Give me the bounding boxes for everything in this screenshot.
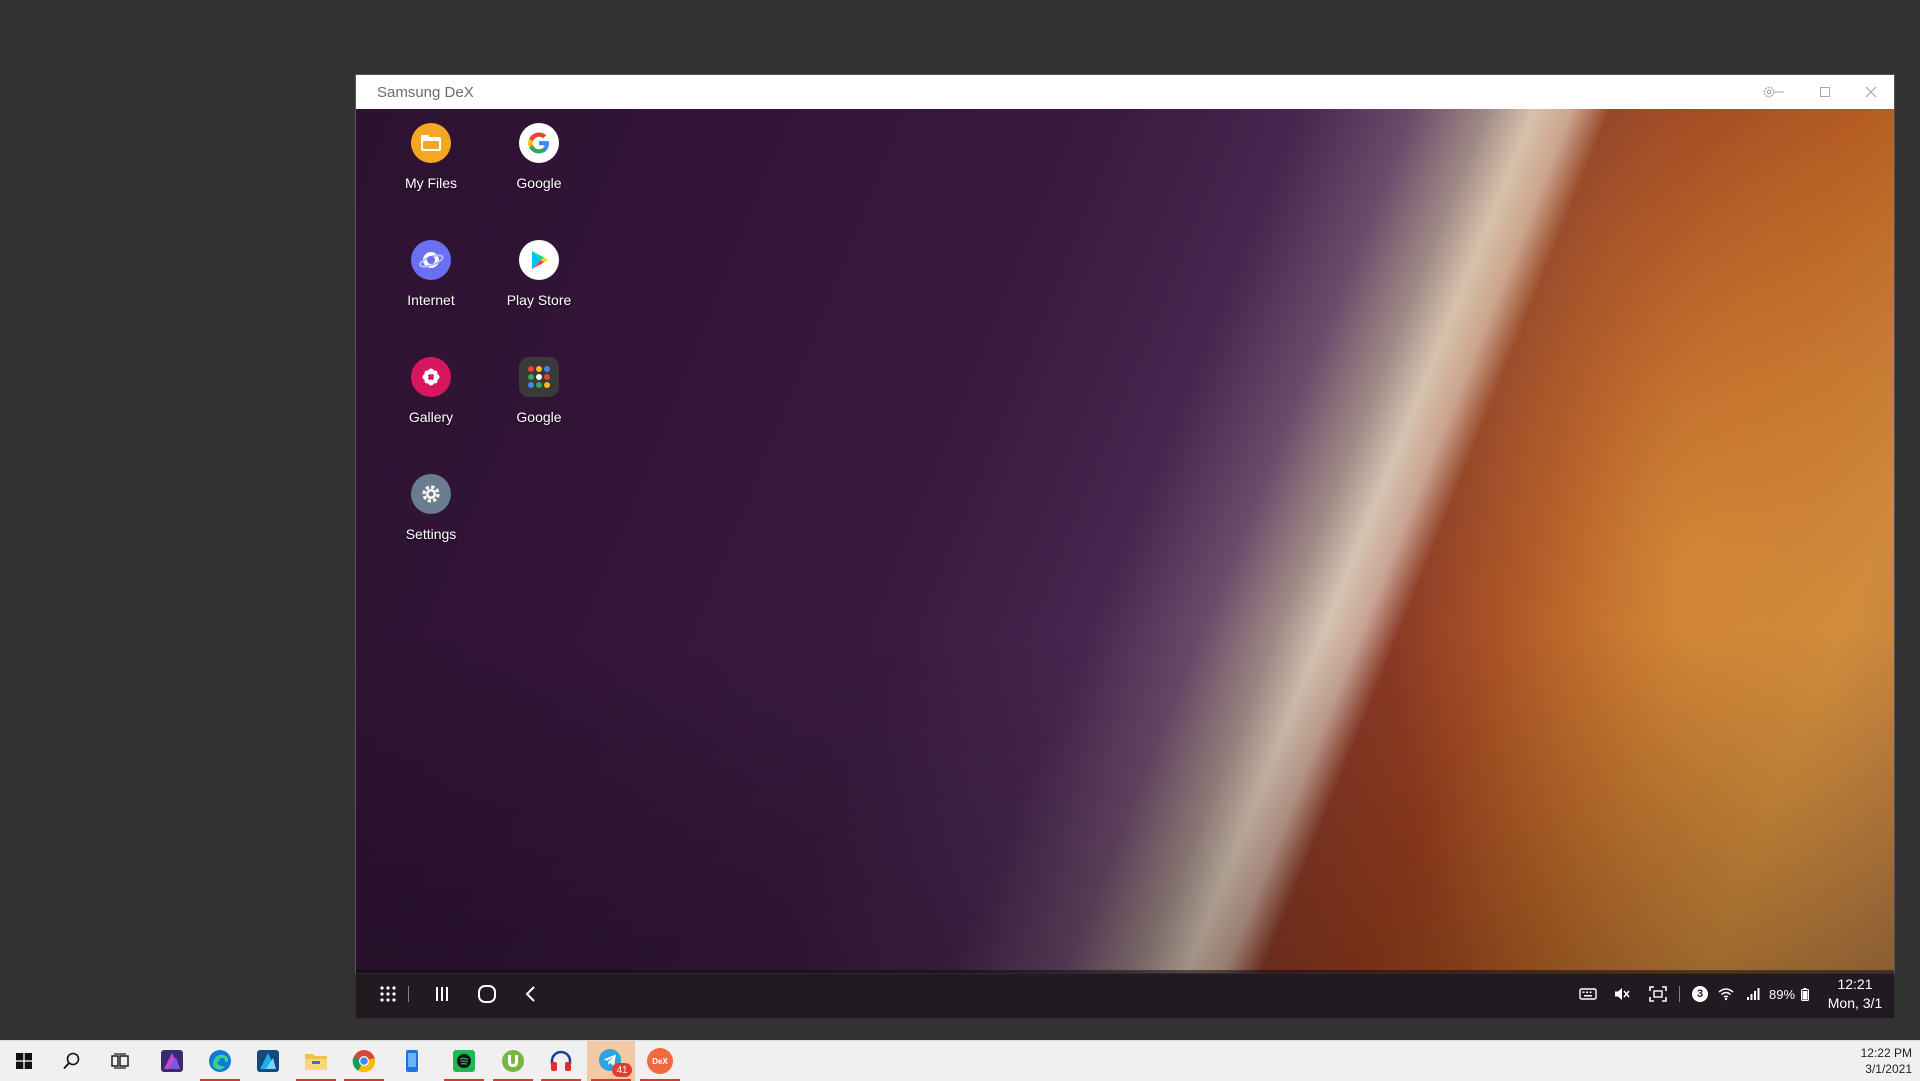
home-icon: [478, 985, 496, 1003]
browser-planet-icon: [411, 240, 451, 280]
search-button[interactable]: [48, 1041, 96, 1081]
signal-indicator[interactable]: [1744, 970, 1762, 1018]
app-label: My Files: [404, 175, 458, 191]
screenshot-button[interactable]: [1644, 970, 1672, 1018]
taskbar-telegram[interactable]: 41: [587, 1041, 635, 1081]
app-internet[interactable]: Internet: [377, 240, 485, 308]
app-label: Gallery: [408, 409, 454, 425]
taskbar-spotify[interactable]: [440, 1041, 488, 1081]
dex-clock[interactable]: 12:21 Mon, 3/1: [1822, 970, 1888, 1018]
taskbar-samsung-dex[interactable]: DeX: [636, 1041, 684, 1081]
affinity-designer-icon: [257, 1050, 279, 1072]
samsung-dex-icon: DeX: [647, 1048, 673, 1074]
windows-taskbar: 41 DeX 12:22 PM 3/1/2021: [0, 1040, 1920, 1081]
wifi-indicator[interactable]: [1716, 970, 1736, 1018]
task-view-button[interactable]: [96, 1041, 144, 1081]
recents-button[interactable]: [420, 970, 464, 1018]
window-title: Samsung DeX: [377, 84, 474, 101]
start-button[interactable]: [0, 1041, 48, 1081]
apps-grid-icon: [380, 986, 396, 1002]
app-label: Internet: [407, 292, 455, 308]
flower-icon: [411, 357, 451, 397]
home-button[interactable]: [465, 970, 509, 1018]
dex-time: 12:21: [1837, 976, 1873, 992]
windows-start-icon: [16, 1053, 32, 1069]
volume-mute-icon: [1615, 988, 1630, 1000]
close-icon: [1865, 86, 1877, 98]
divider: [408, 986, 409, 1002]
maximize-icon: [1820, 87, 1830, 97]
minimize-button[interactable]: [1756, 75, 1802, 109]
close-button[interactable]: [1848, 75, 1894, 109]
app-play-store[interactable]: Play Store: [485, 240, 593, 308]
notification-badge[interactable]: 3: [1688, 970, 1712, 1018]
battery-percent[interactable]: 89%: [1766, 970, 1798, 1018]
file-explorer-icon: [305, 1054, 327, 1070]
app-settings[interactable]: Settings: [377, 474, 485, 542]
dex-date: Mon, 3/1: [1827, 995, 1883, 1011]
recents-icon: [436, 987, 448, 1001]
minimize-icon: [1774, 91, 1784, 93]
wifi-icon: [1718, 988, 1734, 1001]
taskbar-chrome[interactable]: [340, 1041, 388, 1081]
spotify-icon: [453, 1050, 475, 1072]
search-icon: [63, 1052, 80, 1070]
phone-icon: [406, 1050, 418, 1072]
app-google[interactable]: Google: [485, 123, 593, 191]
app-folder-icon: [519, 357, 559, 397]
chrome-icon: [352, 1050, 376, 1073]
app-gallery[interactable]: Gallery: [377, 357, 485, 425]
utorrent-icon: [502, 1050, 524, 1072]
edge-icon: [209, 1050, 231, 1072]
keyboard-icon: [1579, 988, 1597, 1000]
app-label: Google: [516, 175, 562, 191]
app-my-files[interactable]: My Files: [377, 123, 485, 191]
task-view-icon: [111, 1053, 129, 1069]
app-label: Settings: [405, 526, 457, 542]
taskbar-file-explorer[interactable]: [292, 1041, 340, 1081]
mute-button[interactable]: [1609, 970, 1635, 1018]
battery-icon: [1801, 987, 1809, 1001]
dex-taskbar: 3 89% 12:21 Mon, 3/1: [356, 970, 1894, 1018]
taskbar-affinity-designer[interactable]: [244, 1041, 292, 1081]
gear-icon: [411, 474, 451, 514]
affinity-photo-icon: [161, 1050, 183, 1072]
taskbar-utorrent[interactable]: [489, 1041, 537, 1081]
taskbar-edge[interactable]: [196, 1041, 244, 1081]
play-store-icon: [519, 240, 559, 280]
taskbar-headphones-app[interactable]: [537, 1041, 585, 1081]
dex-titlebar[interactable]: Samsung DeX: [356, 75, 1894, 109]
back-icon: [525, 986, 535, 1002]
system-date: 3/1/2021: [1865, 1062, 1912, 1076]
app-label: Google: [516, 409, 562, 425]
back-button[interactable]: [509, 970, 553, 1018]
app-google-folder[interactable]: Google: [485, 357, 593, 425]
dex-window: Samsung DeX My Files Google Internet Pla…: [356, 75, 1894, 1018]
system-clock[interactable]: 12:22 PM 3/1/2021: [1861, 1045, 1912, 1077]
google-g-icon: [519, 123, 559, 163]
taskbar-phone-app[interactable]: [388, 1041, 436, 1081]
app-label: Play Store: [506, 292, 572, 308]
screen-capture-icon: [1649, 986, 1667, 1002]
keyboard-button[interactable]: [1575, 970, 1601, 1018]
battery-indicator: [1799, 970, 1811, 1018]
maximize-button[interactable]: [1802, 75, 1848, 109]
headphones-app-icon: [550, 1050, 572, 1071]
apps-button[interactable]: [366, 970, 410, 1018]
cell-signal-icon: [1747, 988, 1760, 1000]
folder-icon: [411, 123, 451, 163]
system-time: 12:22 PM: [1860, 1046, 1912, 1060]
taskbar-affinity-photo[interactable]: [148, 1041, 196, 1081]
telegram-unread-badge: 41: [612, 1063, 632, 1077]
notification-count: 3: [1692, 986, 1708, 1002]
divider: [1679, 986, 1680, 1002]
dex-desktop: My Files Google Internet Play Store Gall…: [356, 109, 1894, 973]
